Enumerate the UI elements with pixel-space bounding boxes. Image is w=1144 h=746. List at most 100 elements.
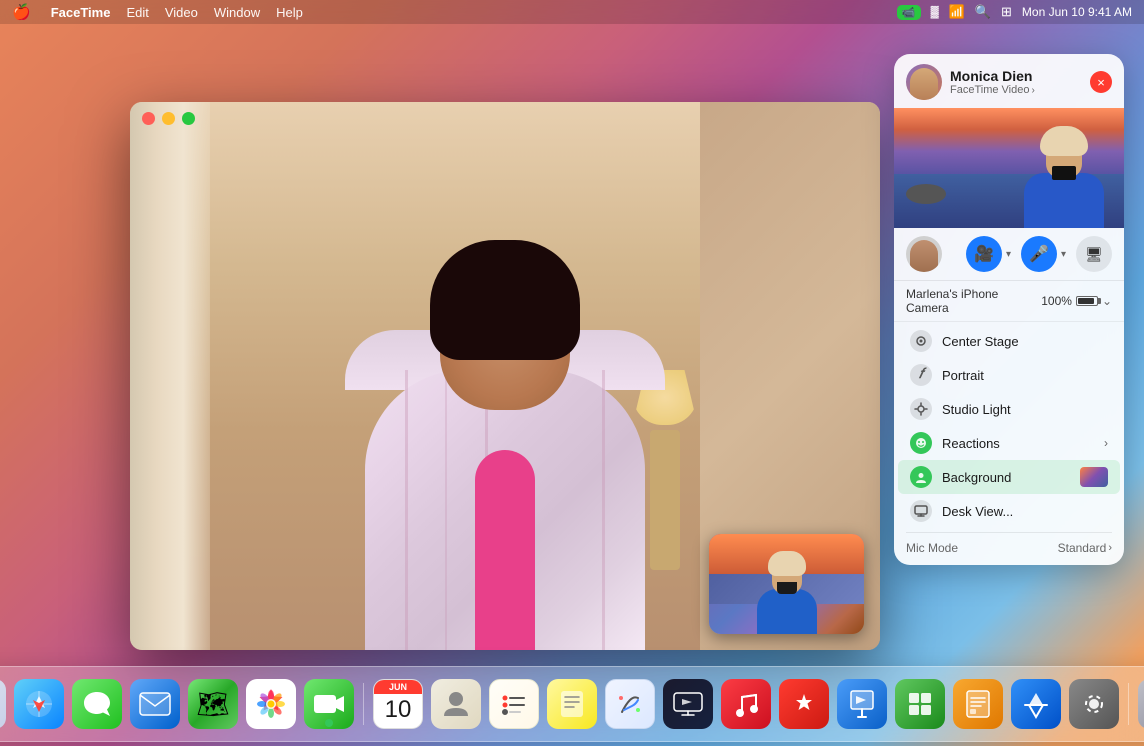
dock-launchpad[interactable] [0,677,8,731]
person-head [440,260,570,410]
close-panel-button[interactable]: × [1090,71,1112,93]
menu-item-reactions[interactable]: Reactions › [898,426,1120,460]
video-toggle-button[interactable]: 🎥 [966,236,1002,272]
menu-item-desk-view[interactable]: Desk View... [898,494,1120,528]
dock-iphone-mirroring[interactable] [1136,677,1144,731]
mail-icon [130,679,180,729]
dock-mail[interactable] [128,677,182,731]
call-subtitle[interactable]: FaceTime Video › [950,84,1082,96]
facetime-window [130,102,880,650]
mic-mode-label: Mic Mode [906,541,958,555]
portrait-label: Portrait [942,368,1108,383]
video-camera-icon: 🎥 [974,244,994,264]
person-shirt [365,370,645,650]
dock-pages[interactable] [951,677,1005,731]
dock-maps[interactable]: 🗺 [186,677,240,731]
menu-window[interactable]: Window [214,5,260,20]
self-view-preview[interactable] [709,534,864,634]
dock-numbers[interactable] [893,677,947,731]
mini-hair [768,551,806,576]
menu-item-center-stage[interactable]: Center Stage [898,324,1120,358]
mini-self-figure [752,544,822,634]
facetime-camera-icon: 📹 [902,6,916,19]
avatar-button[interactable] [906,236,942,272]
photos-icon [246,679,296,729]
camera-expand-chevron[interactable]: ⌄ [1102,294,1112,308]
camera-info-row: Marlena's iPhone Camera 100% ⌄ [894,281,1124,322]
studio-light-label: Studio Light [942,402,1108,417]
dock-tv[interactable] [661,677,715,731]
minimize-button[interactable] [162,112,175,125]
launchpad-icon [0,679,6,729]
video-effects-menu: Center Stage 𝑓 Portrait St [894,322,1124,530]
mic-toggle-button[interactable]: 🎤 [1021,236,1057,272]
screen-share-icon: 🖥 [1085,246,1103,263]
appstore-icon [1011,679,1061,729]
safari-icon [14,679,64,729]
battery-icon: ▓ [931,6,939,18]
battery-fill [1078,298,1094,304]
mini-scarf [777,582,797,594]
fullscreen-button[interactable] [182,112,195,125]
panel-header: Monica Dien FaceTime Video › × [894,54,1124,108]
dock-freeform[interactable] [603,677,657,731]
app-name[interactable]: FaceTime [51,5,111,20]
dock-appstore[interactable] [1009,677,1063,731]
reactions-chevron: › [1104,436,1108,450]
curtain [130,102,210,650]
maps-icon: 🗺 [188,679,238,729]
preview-hair [1040,126,1088,156]
notes-icon [547,679,597,729]
dock-news[interactable] [777,677,831,731]
dock-keynote[interactable] [835,677,889,731]
dock-messages[interactable] [70,677,124,731]
contacts-icon [431,679,481,729]
tv-icon [663,679,713,729]
reminders-icon [489,679,539,729]
dock-contacts[interactable] [429,677,483,731]
desk-view-label: Desk View... [942,504,1108,519]
mic-mode-row[interactable]: Mic Mode Standard › [894,535,1124,565]
dock-reminders[interactable] [487,677,541,731]
menu-item-studio-light[interactable]: Studio Light [898,392,1120,426]
mic-chevron[interactable]: ▾ [1061,249,1066,260]
menu-edit[interactable]: Edit [126,5,148,20]
background-icon [910,466,932,488]
menubar-left: 🍎 FaceTime Edit Video Window Help [12,3,303,21]
messages-icon [72,679,122,729]
mini-shirt [757,589,817,634]
menubar: 🍎 FaceTime Edit Video Window Help 📹 ▓ 📶 … [0,0,1144,24]
apple-menu[interactable]: 🍎 [12,3,31,21]
mic-mode-value[interactable]: Standard › [1058,541,1112,555]
video-chevron[interactable]: ▾ [1006,249,1011,260]
datetime-display: Mon Jun 10 9:41 AM [1022,5,1132,19]
mic-icon: 🎤 [1029,244,1049,264]
facetime-controls-panel: Monica Dien FaceTime Video › × [894,54,1124,565]
person-hair [430,240,580,360]
dock-calendar[interactable]: JUN 10 [371,677,425,731]
close-button[interactable] [142,112,155,125]
window-controls[interactable] [142,112,195,125]
screen-share-button[interactable]: 🖥 [1076,236,1112,272]
control-center-icon[interactable]: ⊞ [1001,4,1012,20]
freeform-icon [605,679,655,729]
preview-bg [894,108,1124,228]
menu-video[interactable]: Video [165,5,198,20]
dock-notes[interactable] [545,677,599,731]
caller-person [315,130,695,650]
calendar-icon: JUN 10 [373,679,423,729]
menu-item-background[interactable]: Background [898,460,1120,494]
portrait-icon: 𝑓 [910,364,932,386]
spotlight-icon[interactable]: 🔍 [975,4,991,20]
menu-help[interactable]: Help [276,5,303,20]
battery-percent-label: 100% [1041,294,1072,308]
dock-system-settings[interactable] [1067,677,1121,731]
preview-scarf [1052,166,1076,180]
menu-item-portrait[interactable]: 𝑓 Portrait [898,358,1120,392]
dock-music[interactable] [719,677,773,731]
dock-facetime[interactable] [302,677,356,731]
preview-self [1024,113,1104,228]
dock-safari[interactable] [12,677,66,731]
dock-photos[interactable] [244,677,298,731]
system-settings-icon [1069,679,1119,729]
